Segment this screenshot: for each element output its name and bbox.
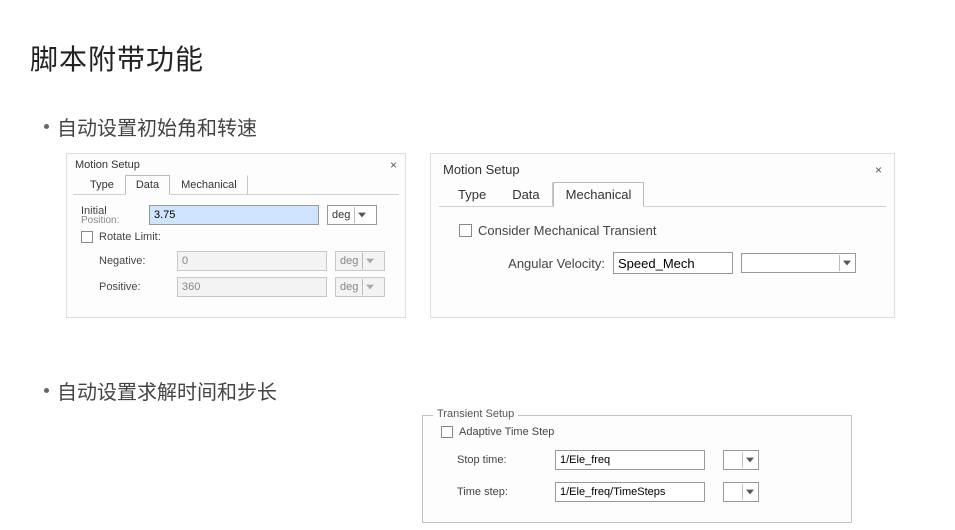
negative-input <box>177 251 327 271</box>
bullet-dot-icon <box>44 388 49 393</box>
close-icon[interactable]: × <box>390 158 397 172</box>
dialog-title: Motion Setup <box>443 162 520 177</box>
bullet-label: 自动设置求解时间和步长 <box>57 376 277 405</box>
initial-unit-label: deg <box>332 209 350 221</box>
chevron-down-icon <box>354 207 368 223</box>
chevron-down-icon <box>839 255 853 271</box>
chevron-down-icon <box>742 452 756 468</box>
fieldset-legend: Transient Setup <box>433 408 518 420</box>
initial-sublabel: Position: <box>81 217 141 225</box>
panel-transient-setup: Transient Setup Adaptive Time Step Stop … <box>422 415 852 523</box>
positive-unit-select: deg <box>335 277 385 297</box>
close-icon[interactable]: × <box>875 163 882 177</box>
checkbox-icon <box>81 231 93 243</box>
chevron-down-icon <box>742 484 756 500</box>
tab-type[interactable]: Type <box>445 182 499 207</box>
bullet-label: 自动设置初始角和转速 <box>57 112 257 141</box>
tab-type[interactable]: Type <box>79 175 125 195</box>
stop-time-input[interactable] <box>555 450 705 470</box>
page-title: 脚本附带功能 <box>0 0 955 78</box>
tab-mechanical[interactable]: Mechanical <box>170 175 248 195</box>
adaptive-time-step-label: Adaptive Time Step <box>459 426 554 438</box>
checkbox-icon <box>459 224 472 237</box>
rotate-limit-checkbox[interactable]: Rotate Limit: <box>81 231 161 243</box>
adaptive-time-step-checkbox[interactable]: Adaptive Time Step <box>441 426 554 438</box>
checkbox-icon <box>441 426 453 438</box>
time-step-label: Time step: <box>457 486 547 498</box>
bullet-dot-icon <box>44 124 49 129</box>
stop-time-label: Stop time: <box>457 454 547 466</box>
dialog-title: Motion Setup <box>75 159 140 171</box>
time-step-input[interactable] <box>555 482 705 502</box>
panel-motion-setup-mechanical: Motion Setup × Type Data Mechanical Cons… <box>430 153 895 318</box>
tab-mechanical[interactable]: Mechanical <box>553 182 645 207</box>
tab-data[interactable]: Data <box>499 182 552 207</box>
angular-velocity-label: Angular Velocity: <box>495 256 605 271</box>
initial-position-input[interactable] <box>149 205 319 225</box>
rotate-limit-label: Rotate Limit: <box>99 231 161 243</box>
angular-velocity-input[interactable] <box>613 252 733 274</box>
angular-velocity-unit-select[interactable] <box>741 253 856 273</box>
positive-label: Positive: <box>99 281 169 293</box>
positive-unit-label: deg <box>340 281 358 293</box>
consider-transient-label: Consider Mechanical Transient <box>478 223 656 238</box>
initial-unit-select[interactable]: deg <box>327 205 377 225</box>
tab-bar: Type Data Mechanical <box>439 181 886 207</box>
negative-unit-label: deg <box>340 255 358 267</box>
positive-input <box>177 277 327 297</box>
negative-unit-select: deg <box>335 251 385 271</box>
consider-mechanical-transient-checkbox[interactable]: Consider Mechanical Transient <box>459 223 656 238</box>
tab-bar: Type Data Mechanical <box>73 174 399 195</box>
tab-data[interactable]: Data <box>125 175 170 195</box>
bullet-auto-angle-speed: 自动设置初始角和转速 <box>0 112 955 141</box>
bullet-auto-time-step: 自动设置求解时间和步长 <box>0 376 955 405</box>
chevron-down-icon <box>362 279 376 295</box>
negative-label: Negative: <box>99 255 169 267</box>
panel-motion-setup-data: Motion Setup × Type Data Mechanical Init… <box>66 153 406 318</box>
time-step-unit-select[interactable] <box>723 482 759 502</box>
stop-time-unit-select[interactable] <box>723 450 759 470</box>
chevron-down-icon <box>362 253 376 269</box>
